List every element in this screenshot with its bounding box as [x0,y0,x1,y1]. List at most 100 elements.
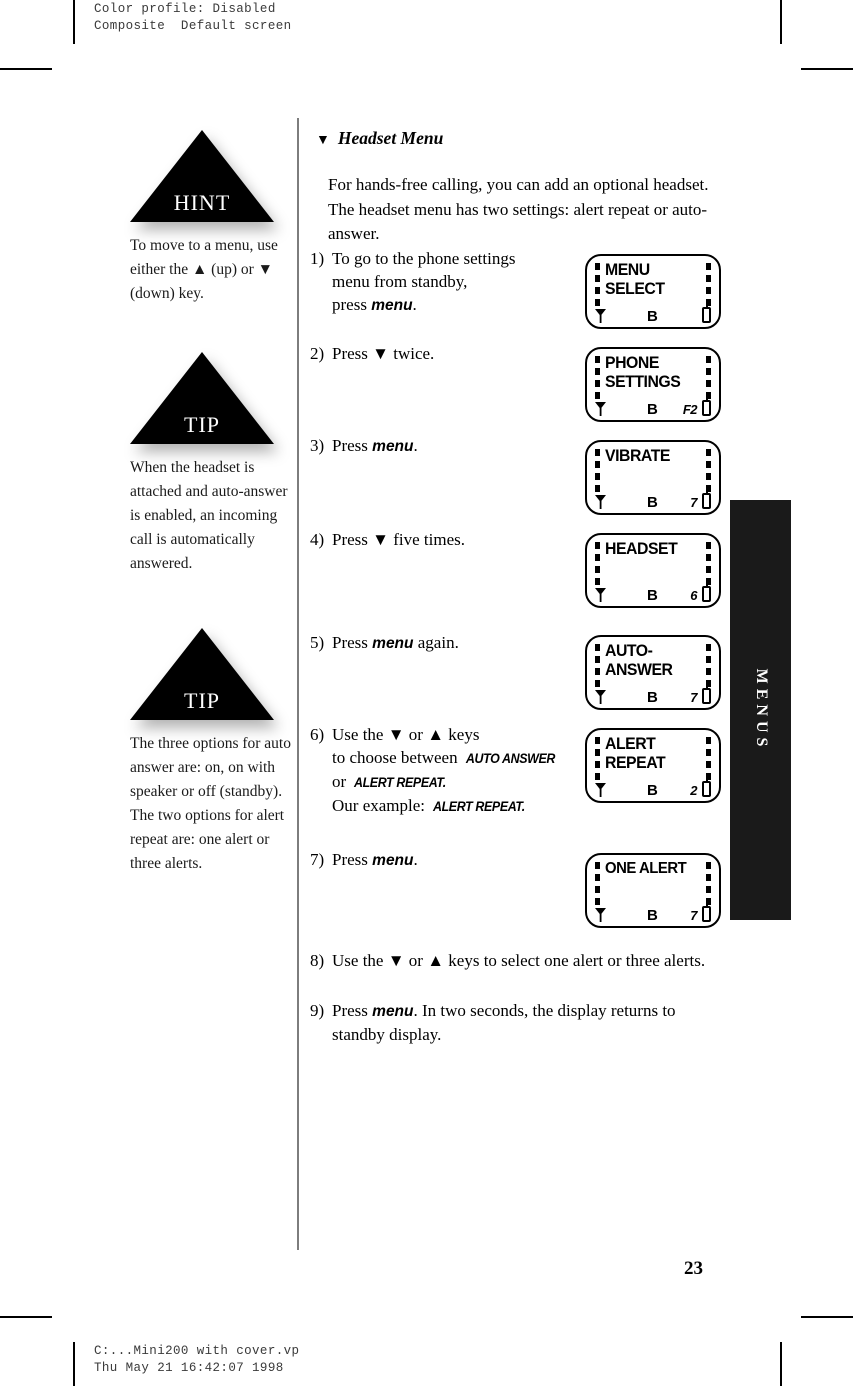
column-divider-rule [297,118,299,1250]
step-8-text: Use the ▼ or ▲ keys to select one alert … [332,951,706,970]
lcd-left-bars-icon [595,356,600,401]
chapter-thumb-tab: MENUS [730,500,791,920]
step-7-text: Press menu. [332,850,418,869]
step-5-number: 5) [310,633,325,652]
lcd-screen-1-signal: B [647,308,658,325]
margin-notes-sidebar: HINT To move to a menu, use either the ▲… [130,128,295,876]
lcd-screen-5-text: AUTO- ANSWER [605,641,673,679]
antenna-icon [595,690,606,704]
lcd-screen-7-text: ONE ALERT [605,860,687,877]
menu-key-label: menu [372,438,414,455]
prepress-footer-rule [73,1342,75,1382]
antenna-icon [595,908,606,922]
auto-answer-option-label: AUTO ANSWER [465,751,555,766]
page-number: 23 [684,1258,703,1279]
lcd-screen-6-indicator: 2 [690,783,697,798]
battery-icon [702,306,711,323]
lcd-screen-4-indicator: 6 [690,588,697,603]
step-4-text: Press ▼ five times. [332,530,465,549]
antenna-icon [595,783,606,797]
crop-mark-bottom-left-h [0,1316,52,1318]
lcd-right-bars-icon [706,644,711,689]
lcd-left-bars-icon [595,542,600,587]
lcd-screen-6-text: ALERT REPEAT [605,734,666,772]
tip-note-text-1: When the headset is attached and auto-an… [130,459,288,572]
antenna-icon [595,309,606,323]
step-5-text: Press menu again. [332,633,459,652]
lcd-right-bars-icon [706,263,711,308]
lcd-screen-5-signal: B [647,689,658,706]
step-3-number: 3) [310,436,325,455]
sidebar-block-tip-2: TIP The three options for auto answer ar… [130,626,295,876]
step-8-number: 8) [310,951,325,970]
triangle-up-icon: ▲ [427,951,445,970]
step-6: 6) Use the ▼ or ▲ keys to choose between … [310,723,590,818]
lcd-screen-2-indicator: F2 [682,402,698,417]
triangle-down-icon: ▼ [372,530,389,549]
prepress-footer-line1: C:...Mini200 with cover.vp [94,1344,300,1358]
prepress-header-rule [73,0,75,40]
step-2-text: Press ▼ twice. [332,344,435,363]
lcd-screen-5: AUTO- ANSWER B 7 [585,635,721,710]
chapter-thumb-tab-label: MENUS [752,668,770,752]
step-1-text: To go to the phone settings menu from sta… [332,249,516,314]
lcd-screen-2-signal: B [647,401,658,418]
crop-mark-top-left-h [0,68,52,70]
section-heading: ▼ Headset Menu [316,128,736,149]
step-2: 2) Press ▼ twice. [310,342,590,365]
hint-badge-label: HINT [173,190,231,215]
step-3: 3) Press menu. [310,434,590,458]
sidebar-block-tip-1: TIP When the headset is attached and aut… [130,350,295,576]
lcd-screen-4-signal: B [647,587,658,604]
crop-mark-top-right-h [801,68,853,70]
hint-triangle-badge: HINT [127,128,287,230]
menu-key-label: menu [372,635,414,652]
step-7-number: 7) [310,850,325,869]
triangle-up-icon: ▲ [427,725,445,744]
step-7: 7) Press menu. [310,848,590,872]
step-9: 9) Press menu. In two seconds, the displ… [310,999,730,1046]
triangle-down-icon: ▼ [387,951,405,970]
battery-icon [702,780,711,797]
step-9-text: Press menu. In two seconds, the display … [332,1001,676,1044]
step-6-text: Use the ▼ or ▲ keys to choose between AUT… [332,723,590,818]
section-heading-label: Headset Menu [337,128,444,148]
lcd-screen-4: HEADSET B 6 [585,533,721,608]
lcd-right-bars-icon [706,449,711,494]
main-content-column: ▼ Headset Menu For hands-free calling, yo… [316,128,736,247]
lcd-screen-5-indicator: 7 [690,690,697,705]
sidebar-block-hint: HINT To move to a menu, use either the ▲… [130,128,295,306]
battery-icon [702,492,711,509]
step-3-text: Press menu. [332,436,418,455]
lcd-right-bars-icon [706,862,711,907]
battery-icon [702,905,711,922]
crop-mark-bottom-right-h [801,1316,853,1318]
lcd-left-bars-icon [595,862,600,907]
crop-mark-top-right-v [780,0,782,44]
lcd-screen-6-signal: B [647,782,658,799]
lcd-right-bars-icon [706,356,711,401]
menu-key-label: menu [372,852,414,869]
lcd-left-bars-icon [595,644,600,689]
antenna-icon [595,402,606,416]
step-2-number: 2) [310,344,325,363]
step-9-number: 9) [310,1001,325,1020]
alert-repeat-option-label: ALERT REPEAT. [354,775,447,790]
prepress-footer-line2: Thu May 21 16:42:07 1998 [94,1361,284,1375]
tip-triangle-badge-2: TIP [127,626,287,728]
battery-icon [702,585,711,602]
lcd-screen-1: MENU SELECT B [585,254,721,329]
battery-icon [702,687,711,704]
step-8: 8) Use the ▼ or ▲ keys to select one ale… [310,949,730,972]
triangle-down-icon: ▼ [387,725,405,744]
lcd-screen-2: PHONE SETTINGS B F2 [585,347,721,422]
lcd-right-bars-icon [706,737,711,782]
prepress-header-line2: Composite Default screen [94,19,292,33]
antenna-icon [595,588,606,602]
battery-icon [702,399,711,416]
step-4: 4) Press ▼ five times. [310,528,590,551]
lcd-screen-3: VIBRATE B 7 [585,440,721,515]
step-6-number: 6) [310,725,325,744]
prepress-header-line1: Color profile: Disabled [94,2,276,16]
menu-key-label: menu [371,297,413,314]
